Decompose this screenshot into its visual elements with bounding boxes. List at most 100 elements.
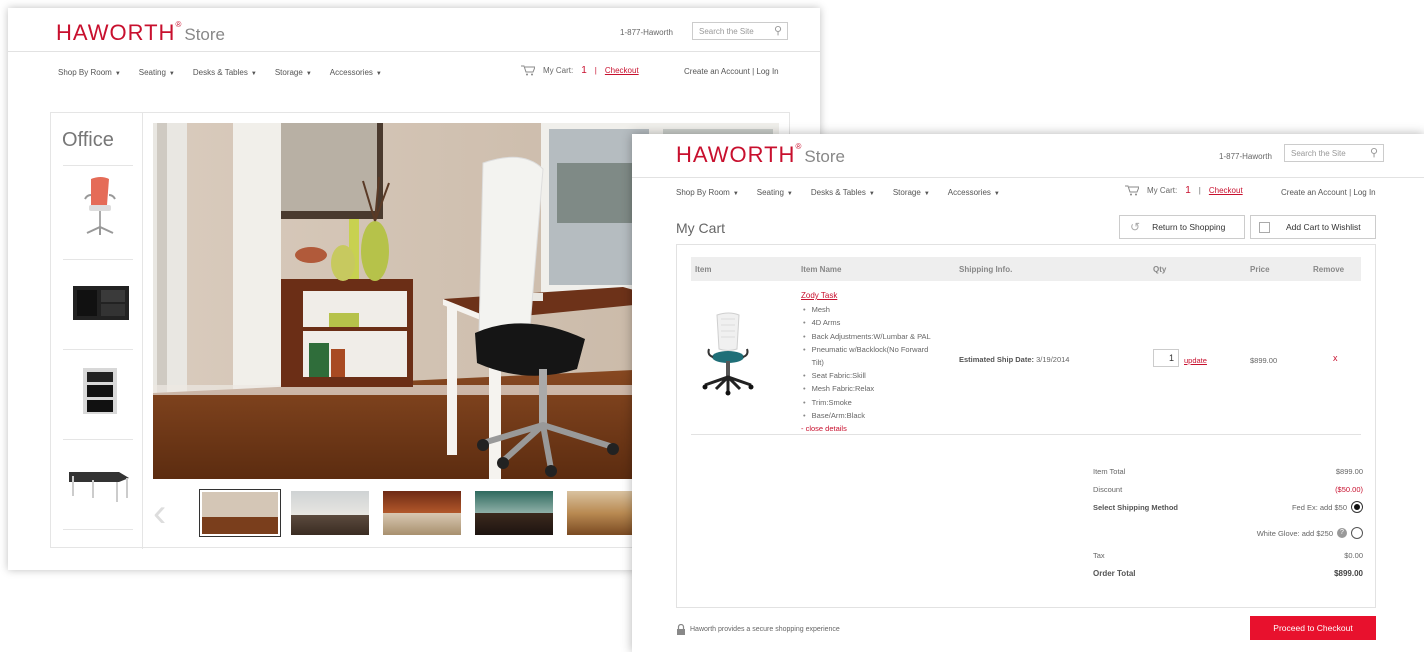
- add-cart-to-wishlist-button[interactable]: Add Cart to Wishlist: [1250, 215, 1376, 239]
- checkout-button-label: Proceed to Checkout: [1273, 623, 1353, 633]
- fedex-label: Fed Ex: add $50: [1291, 502, 1347, 512]
- header-price: Price: [1250, 265, 1270, 274]
- nav-seating[interactable]: Seating ▼: [139, 68, 175, 77]
- header-item: Item: [695, 265, 712, 274]
- carousel-thumb-4[interactable]: [475, 491, 553, 535]
- option-item: • Seat Fabric:Skill: [803, 371, 866, 381]
- divider: |: [594, 66, 597, 75]
- product-sidebar: Office: [51, 113, 143, 549]
- order-summary: Item Total $899.00 Discount ($50.00) Sel…: [1093, 461, 1363, 581]
- cart-table-header: Item Item Name Shipping Info. Qty Price …: [691, 257, 1361, 281]
- wishlist-button-label: Add Cart to Wishlist: [1286, 222, 1361, 232]
- update-qty-link[interactable]: update: [1184, 356, 1207, 365]
- haworth-logo[interactable]: HAWORTH®Store: [56, 20, 225, 46]
- search-input[interactable]: Search the Site ⚲: [1284, 144, 1384, 162]
- product-thumb-pedestal[interactable]: [63, 349, 133, 429]
- account-links: Create an Account | Log In: [1281, 188, 1376, 197]
- carousel-thumb-3[interactable]: [383, 491, 461, 535]
- cart-label: My Cart:: [543, 66, 574, 75]
- ship-info: Estimated Ship Date: 3/19/2014: [959, 355, 1069, 364]
- login-link[interactable]: Log In: [756, 67, 778, 76]
- nav-seating[interactable]: Seating ▼: [757, 188, 793, 197]
- return-to-shopping-button[interactable]: ↺ Return to Shopping: [1119, 215, 1245, 239]
- nav-storage[interactable]: Storage ▼: [275, 68, 312, 77]
- proceed-to-checkout-button[interactable]: Proceed to Checkout: [1250, 616, 1376, 640]
- option-item: • Mesh Fabric:Relax: [803, 384, 875, 394]
- option-item: • Mesh: [803, 305, 830, 315]
- logo-store-text: Store: [184, 25, 225, 44]
- phone-number: 1-877-Haworth: [1219, 152, 1272, 161]
- qty-input[interactable]: 1: [1153, 349, 1179, 367]
- search-icon[interactable]: ⚲: [774, 24, 782, 37]
- logo-text: HAWORTH: [56, 20, 176, 45]
- header-shipping-info: Shipping Info.: [959, 265, 1013, 274]
- search-icon[interactable]: ⚲: [1370, 146, 1378, 159]
- header-bar: HAWORTH®Store 1-877-Haworth Search the S…: [8, 8, 820, 52]
- carousel-thumb-1[interactable]: [199, 489, 281, 537]
- nav-shop-by-room[interactable]: Shop By Room ▼: [58, 68, 121, 77]
- create-account-link[interactable]: Create an Account: [1281, 188, 1347, 197]
- order-total-label: Order Total: [1093, 569, 1136, 578]
- help-icon[interactable]: ?: [1337, 528, 1347, 538]
- option-item: • 4D Arms: [803, 318, 841, 328]
- nav-storage[interactable]: Storage ▼: [893, 188, 930, 197]
- phone-number: 1-877-Haworth: [620, 28, 673, 37]
- nav-desks-tables[interactable]: Desks & Tables ▼: [811, 188, 875, 197]
- shipping-option-white-glove[interactable]: White Glove: add $250 ?: [1257, 527, 1363, 539]
- carousel-thumb-2[interactable]: [291, 491, 369, 535]
- zody-chair-image: [702, 312, 754, 396]
- category-title: Office: [62, 129, 114, 151]
- login-link[interactable]: Log In: [1353, 188, 1375, 197]
- product-thumb-desk[interactable]: [63, 439, 133, 519]
- tax-value: $0.00: [1344, 551, 1363, 560]
- header-qty: Qty: [1153, 265, 1167, 274]
- cart-count: 1: [581, 65, 587, 76]
- page-title: My Cart: [676, 220, 725, 236]
- remove-item-button[interactable]: x: [1333, 353, 1338, 363]
- cart-panel: Item Item Name Shipping Info. Qty Price …: [676, 244, 1376, 608]
- checkout-link[interactable]: Checkout: [605, 66, 639, 75]
- shipping-method-label: Select Shipping Method: [1093, 503, 1179, 512]
- close-details-link[interactable]: - close details: [801, 424, 847, 433]
- item-price: $899.00: [1250, 356, 1278, 365]
- haworth-logo[interactable]: HAWORTH®Store: [676, 142, 845, 168]
- product-name-link[interactable]: Zody Task: [801, 291, 837, 300]
- discount-value: ($50.00): [1335, 485, 1363, 494]
- cart-summary: My Cart: 1 | Checkout: [1125, 185, 1243, 196]
- option-item: • Pneumatic w/Backlock(No Forward Tilt): [803, 344, 929, 368]
- chevron-left-icon[interactable]: ‹: [153, 493, 166, 533]
- secure-note-text: Haworth provides a secure shopping exper…: [690, 626, 840, 633]
- logo-store-text: Store: [804, 147, 845, 166]
- cart-icon[interactable]: [521, 65, 535, 76]
- white-glove-radio[interactable]: [1351, 527, 1363, 539]
- tax-label: Tax: [1093, 551, 1105, 560]
- product-options-list: • Mesh • 4D Arms • Back Adjustments:W/Lumba…: [801, 303, 951, 422]
- white-glove-label: White Glove: add $250: [1256, 528, 1333, 538]
- pedestal-image: [83, 368, 117, 414]
- cart-row: Zody Task • Mesh • 4D Arms • Back Adjustmen…: [691, 281, 1361, 435]
- create-account-link[interactable]: Create an Account: [684, 67, 750, 76]
- nav-accessories[interactable]: Accessories ▼: [948, 188, 1000, 197]
- lock-icon: [677, 624, 685, 635]
- secure-note: Haworth provides a secure shopping exper…: [676, 624, 840, 635]
- header-bar: HAWORTH®Store 1-877-Haworth Search the S…: [632, 134, 1424, 178]
- product-thumb-chair[interactable]: [63, 169, 133, 249]
- cart-count: 1: [1185, 185, 1191, 196]
- nav-desks-tables[interactable]: Desks & Tables ▼: [193, 68, 257, 77]
- nav-shop-by-room[interactable]: Shop By Room ▼: [676, 188, 739, 197]
- cart-icon[interactable]: [1125, 185, 1139, 196]
- cart-summary: My Cart: 1 | Checkout: [521, 65, 639, 76]
- credenza-image: [73, 286, 129, 320]
- red-chair-image: [84, 177, 116, 235]
- search-input[interactable]: Search the Site ⚲: [692, 22, 788, 40]
- product-thumb-credenza[interactable]: [63, 259, 133, 339]
- fedex-radio[interactable]: [1351, 501, 1363, 513]
- product-details: Zody Task • Mesh • 4D Arms • Back Adjustmen…: [801, 289, 951, 435]
- checkout-link[interactable]: Checkout: [1209, 186, 1243, 195]
- account-links: Create an Account | Log In: [684, 67, 779, 76]
- shipping-option-fedex[interactable]: Fed Ex: add $50: [1292, 501, 1363, 513]
- cart-label: My Cart:: [1147, 186, 1178, 195]
- return-button-label: Return to Shopping: [1152, 222, 1226, 232]
- ship-date-label: Estimated Ship Date:: [959, 355, 1035, 364]
- nav-accessories[interactable]: Accessories ▼: [330, 68, 382, 77]
